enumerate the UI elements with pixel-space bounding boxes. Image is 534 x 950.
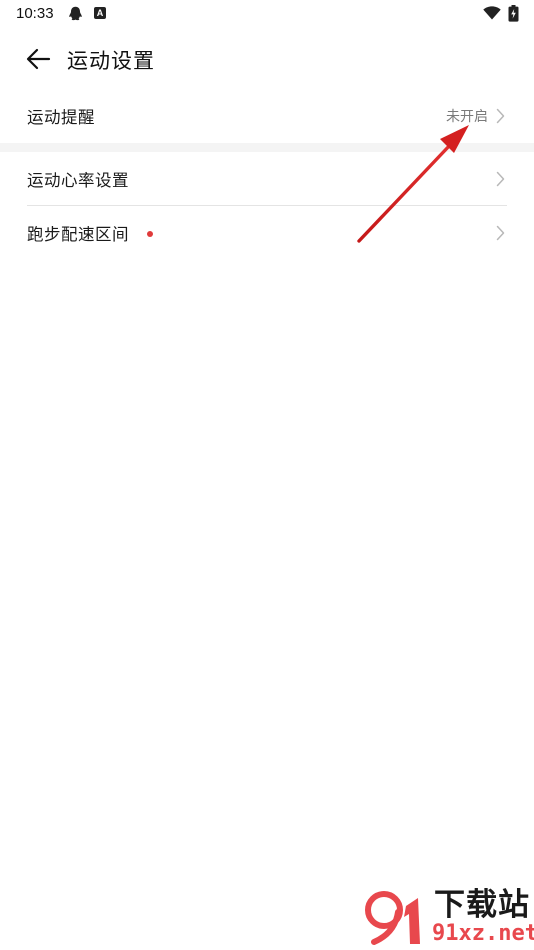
qq-icon: [69, 6, 82, 21]
settings-item-label: 跑步配速区间: [27, 225, 129, 244]
status-bar: 10:33 A: [0, 0, 534, 28]
app-header: 运动设置: [0, 36, 534, 82]
settings-item-value: 未开启: [446, 109, 488, 125]
status-time: 10:33: [16, 5, 54, 22]
settings-item-label: 运动提醒: [27, 108, 95, 127]
chevron-right-icon: [496, 225, 505, 241]
page-title: 运动设置: [67, 49, 155, 73]
a-notification-icon: A: [94, 7, 106, 19]
chevron-right-icon: [496, 108, 505, 124]
watermark-title: 下载站: [434, 887, 530, 923]
watermark-logo: [365, 891, 420, 945]
back-button[interactable]: [22, 44, 56, 74]
wifi-icon: [483, 6, 501, 20]
section-divider: [0, 143, 534, 152]
watermark: 下载站 91xz.net: [362, 888, 534, 950]
settings-item-heart-rate[interactable]: 运动心率设置: [0, 152, 534, 206]
watermark-domain: 91xz.net: [432, 921, 534, 946]
arrow-left-icon: [26, 48, 51, 70]
new-indicator-dot: [147, 231, 153, 237]
settings-item-exercise-reminder[interactable]: 运动提醒 未开启: [0, 89, 534, 143]
settings-item-running-pace-zones[interactable]: 跑步配速区间: [0, 206, 534, 260]
battery-charging-icon: [508, 5, 519, 22]
settings-item-label: 运动心率设置: [27, 171, 129, 190]
chevron-right-icon: [496, 171, 505, 187]
